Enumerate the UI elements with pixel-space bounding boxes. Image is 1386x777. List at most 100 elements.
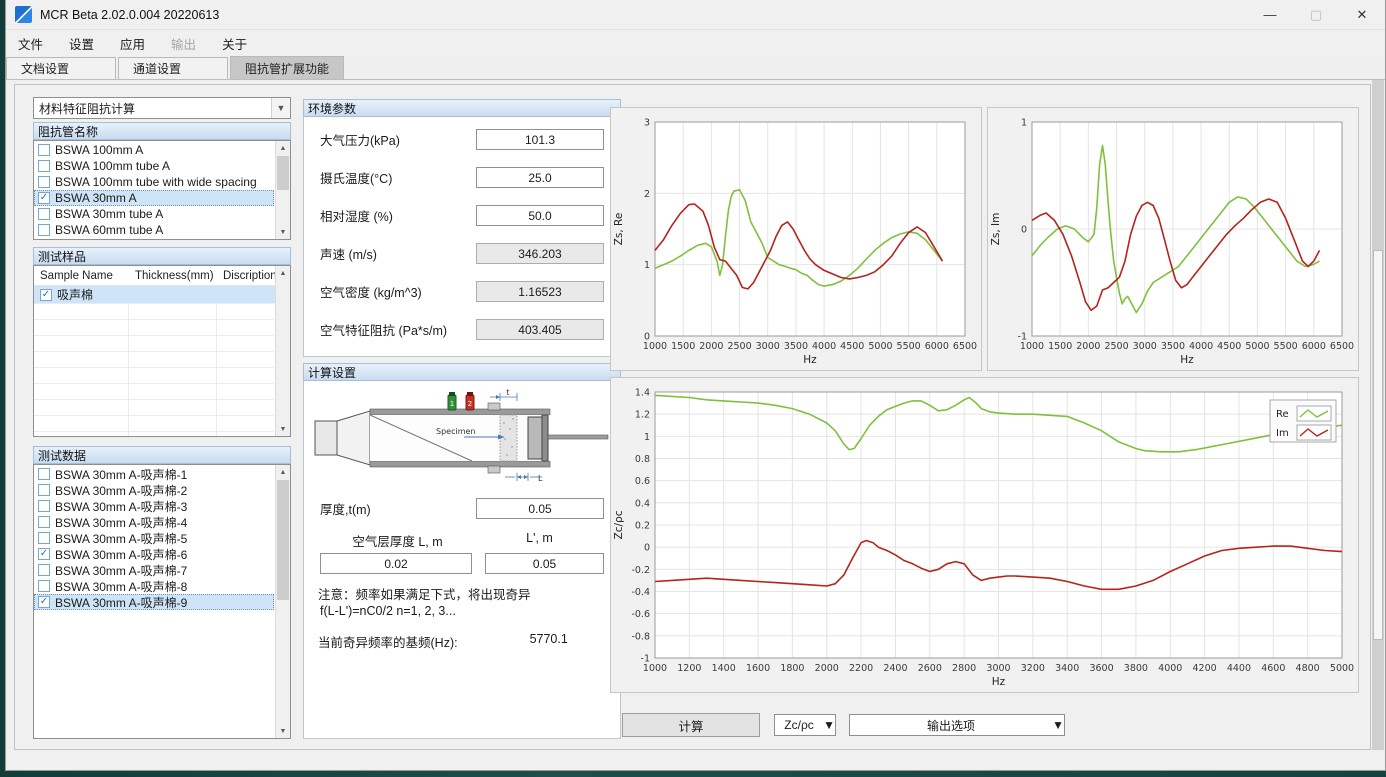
data-item-label: BSWA 30mm A-吸声棉-4: [55, 514, 187, 531]
tube-item[interactable]: BSWA 60mm tube A: [34, 222, 274, 238]
checkbox-checked[interactable]: ✓: [40, 289, 52, 301]
env-field-input[interactable]: 101.3: [476, 129, 604, 150]
minimize-button[interactable]: —: [1247, 0, 1293, 29]
checkbox-checked[interactable]: ✓: [38, 596, 50, 608]
data-item-label: BSWA 30mm A-吸声棉-6: [55, 546, 187, 563]
checkbox-checked[interactable]: ✓: [38, 192, 50, 204]
scroll-up-icon[interactable]: ▲: [276, 141, 290, 155]
data-list-scrollbar[interactable]: ▲ ▼: [275, 465, 290, 738]
svg-text:3000: 3000: [1133, 341, 1157, 352]
svg-text:3500: 3500: [784, 341, 808, 352]
checkbox[interactable]: [38, 208, 50, 220]
window-scrollbar[interactable]: [1372, 80, 1384, 750]
checkbox[interactable]: [38, 516, 50, 528]
env-field-input[interactable]: 25.0: [476, 167, 604, 188]
chart-zs-im: 1000150020002500300035004000450050005500…: [987, 107, 1359, 371]
checkbox[interactable]: [38, 176, 50, 188]
svg-text:3500: 3500: [1161, 341, 1185, 352]
singularity-note-line2: f(L-L')=nC0/2 n=1, 2, 3...: [320, 604, 620, 618]
svg-text:1000: 1000: [643, 341, 667, 352]
thickness-input[interactable]: 0.05: [476, 498, 604, 519]
svg-text:-0.4: -0.4: [631, 587, 650, 598]
data-item-label: BSWA 30mm A-吸声棉-3: [55, 498, 187, 515]
data-item[interactable]: BSWA 30mm A-吸声棉-2: [34, 482, 274, 498]
checkbox[interactable]: [38, 532, 50, 544]
checkbox[interactable]: [38, 160, 50, 172]
scroll-up-icon[interactable]: ▲: [276, 465, 290, 479]
tube-item[interactable]: BSWA 30mm tube A: [34, 206, 274, 222]
output-options-select[interactable]: 输出选项 ▼: [849, 714, 1065, 736]
menu-item-1[interactable]: 文件: [18, 34, 43, 53]
svg-text:0.8: 0.8: [635, 454, 650, 465]
tube-list-scrollbar[interactable]: ▲ ▼: [275, 141, 290, 239]
chart-svg: 1000120014001600180020002200240026002800…: [611, 378, 1358, 692]
tube-item[interactable]: ✓BSWA 30mm A: [34, 190, 274, 206]
data-item[interactable]: BSWA 30mm A-吸声棉-5: [34, 530, 274, 546]
close-button[interactable]: ✕: [1339, 0, 1385, 29]
tab-1[interactable]: 文档设置: [6, 57, 116, 79]
checkbox[interactable]: [38, 484, 50, 496]
data-item[interactable]: ✓BSWA 30mm A-吸声棉-9: [34, 594, 274, 610]
tube-item[interactable]: BSWA 100mm tube A: [34, 158, 274, 174]
data-item[interactable]: BSWA 30mm A-吸声棉-3: [34, 498, 274, 514]
scrollbar-thumb[interactable]: [277, 480, 289, 600]
env-field-input[interactable]: 50.0: [476, 205, 604, 226]
app-logo-icon: [15, 6, 32, 23]
sample-table: Sample Name Thickness(mm) Discription ✓吸…: [33, 265, 291, 437]
checkbox[interactable]: [38, 144, 50, 156]
calc-mode-select[interactable]: 材料特征阻抗计算 ▼: [33, 97, 291, 119]
singularity-note-line1: 注意：频率如果满足下式，将出现奇异: [318, 588, 620, 603]
svg-text:1.4: 1.4: [635, 388, 650, 399]
data-item[interactable]: BSWA 30mm A-吸声棉-7: [34, 562, 274, 578]
svg-text:4500: 4500: [840, 341, 864, 352]
tube-item[interactable]: BSWA 100mm A: [34, 142, 274, 158]
chevron-down-icon: ▼: [271, 98, 290, 118]
checkbox[interactable]: [38, 468, 50, 480]
sample-table-scrollbar[interactable]: ▲ ▼: [275, 266, 290, 436]
data-item[interactable]: BSWA 30mm A-吸声棉-4: [34, 514, 274, 530]
checkbox[interactable]: [38, 564, 50, 576]
air-layer-input[interactable]: 0.02: [320, 553, 472, 574]
maximize-button[interactable]: ▢: [1293, 0, 1339, 29]
checkbox[interactable]: [38, 580, 50, 592]
unit-select[interactable]: Zc/ρc ▼: [774, 714, 836, 736]
svg-text:3800: 3800: [1124, 663, 1148, 674]
svg-text:0.6: 0.6: [635, 476, 650, 487]
tab-2[interactable]: 通道设置: [118, 57, 228, 79]
data-item[interactable]: BSWA 30mm A-吸声棉-1: [34, 466, 274, 482]
checkbox-checked[interactable]: ✓: [38, 548, 50, 560]
menu-item-3[interactable]: 应用: [120, 34, 145, 53]
sample-table-row[interactable]: ✓吸声棉: [34, 286, 290, 303]
scroll-down-icon[interactable]: ▼: [276, 422, 290, 436]
lprime-input[interactable]: 0.05: [485, 553, 604, 574]
data-item[interactable]: ✓ BSWA 30mm A-吸声棉-6: [34, 546, 274, 562]
menu-item-5[interactable]: 关于: [222, 34, 247, 53]
scrollbar-thumb[interactable]: [277, 156, 289, 190]
scrollbar-thumb[interactable]: [1373, 250, 1383, 640]
tube-list: BSWA 100mm ABSWA 100mm tube ABSWA 100mm …: [33, 140, 291, 240]
calculate-button[interactable]: 计算: [622, 713, 760, 737]
svg-text:1: 1: [644, 260, 650, 271]
svg-text:3000: 3000: [756, 341, 780, 352]
tab-3[interactable]: 阻抗管扩展功能: [230, 56, 344, 79]
scroll-down-icon[interactable]: ▼: [276, 724, 290, 738]
data-item[interactable]: BSWA 30mm A-吸声棉-8: [34, 578, 274, 594]
checkbox[interactable]: [38, 500, 50, 512]
env-field-label: 空气特征阻抗 (Pa*s/m): [320, 320, 447, 339]
environment-header: 环境参数: [303, 99, 621, 117]
tube-item[interactable]: BSWA 100mm tube with wide spacing: [34, 174, 274, 190]
svg-text:-1: -1: [641, 654, 650, 665]
x-axis-label: Hz: [1180, 354, 1194, 366]
app-window: MCR Beta 2.02.0.004 20220613 — ▢ ✕ 文件设置应…: [5, 0, 1386, 771]
scroll-down-icon[interactable]: ▼: [276, 225, 290, 239]
menu-item-2[interactable]: 设置: [69, 34, 94, 53]
table-gridlines: [34, 303, 274, 436]
x-axis-label: Hz: [803, 354, 817, 366]
impedance-tube-diagram: 1 2: [312, 389, 612, 488]
svg-text:2000: 2000: [815, 663, 839, 674]
svg-text:2600: 2600: [918, 663, 942, 674]
checkbox[interactable]: [38, 224, 50, 236]
output-options-value: 输出选项: [850, 717, 1052, 734]
svg-text:1.2: 1.2: [635, 410, 650, 421]
scroll-up-icon[interactable]: ▲: [276, 266, 290, 280]
